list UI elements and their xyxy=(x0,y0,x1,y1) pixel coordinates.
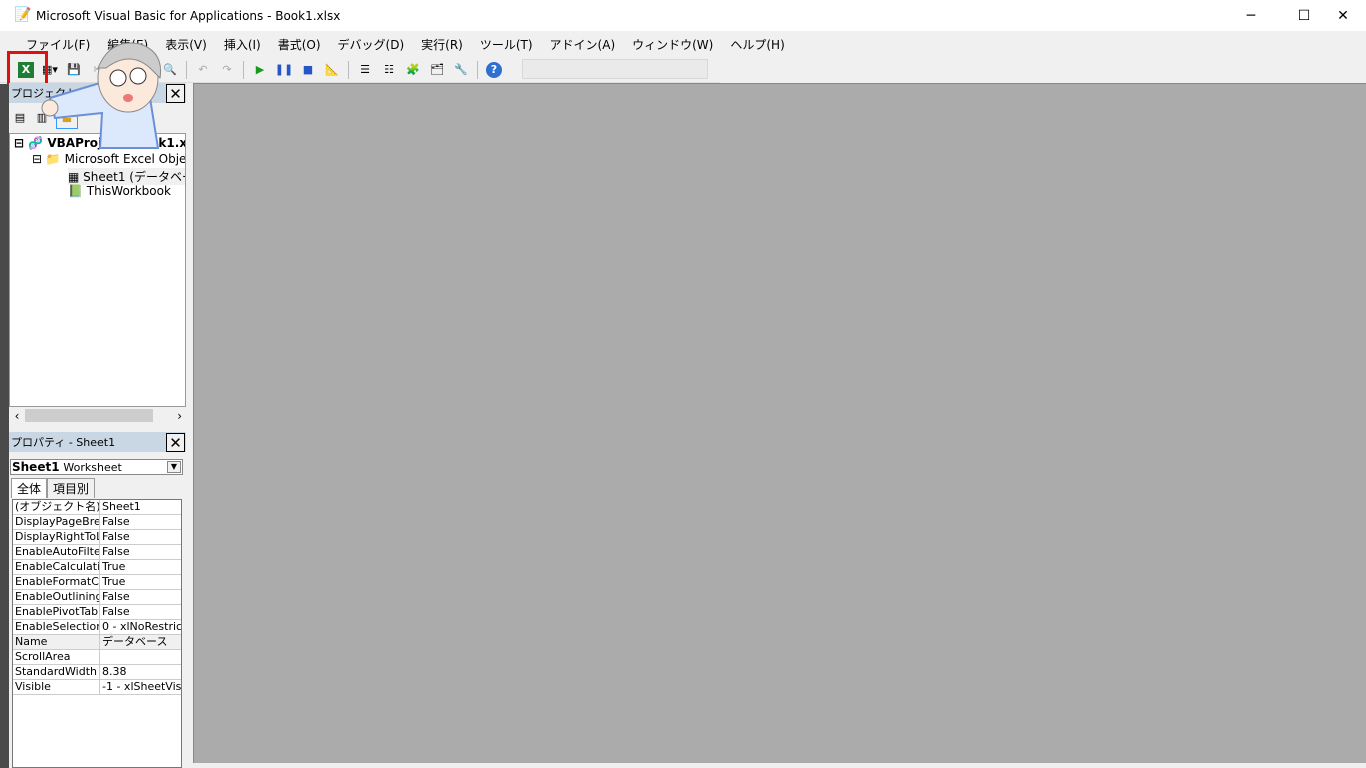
menu-view[interactable]: 表示(V) xyxy=(165,36,207,53)
tree-label: ThisWorkbook xyxy=(86,184,171,198)
separator xyxy=(186,60,187,79)
separator xyxy=(243,60,244,79)
cartoon-mascot-image xyxy=(41,42,162,149)
property-row[interactable]: EnableAutoFilter False xyxy=(13,545,181,560)
undo-icon[interactable]: ↶ xyxy=(195,62,211,78)
background-strip xyxy=(0,84,9,768)
run-icon[interactable]: ▶ xyxy=(252,62,268,78)
tab-alphabetic[interactable]: 全体 xyxy=(11,478,48,498)
menu-tools[interactable]: ツール(T) xyxy=(480,36,533,53)
toolbar-combo[interactable] xyxy=(522,59,708,79)
property-row[interactable]: EnableOutlining False xyxy=(13,590,181,605)
property-value[interactable]: False xyxy=(100,515,181,529)
scroll-left-icon[interactable]: ‹ xyxy=(9,409,25,423)
property-name: DisplayRightToLeft xyxy=(13,530,100,544)
property-value[interactable] xyxy=(100,650,181,664)
menu-window[interactable]: ウィンドウ(W) xyxy=(632,36,713,53)
minimize-button[interactable]: ─ xyxy=(1228,0,1274,31)
horizontal-scrollbar[interactable]: ‹ › xyxy=(9,407,186,424)
property-value[interactable]: True xyxy=(100,575,181,589)
menu-bar: ファイル(F) 編集(E) 表示(V) 挿入(I) 書式(O) デバッグ(D) … xyxy=(0,32,1366,56)
design-mode-icon[interactable]: 📐 xyxy=(324,62,340,78)
property-name: ScrollArea xyxy=(13,650,100,664)
property-row[interactable]: DisplayRightToLeftFalse xyxy=(13,530,181,545)
property-row[interactable]: EnableCalculationTrue xyxy=(13,560,181,575)
project-tree: ⊟ 🧬 VBAProject (Book1.xlsx) ⊟ 📁 Microsof… xyxy=(9,133,186,407)
properties-window: プロパティ - Sheet1 ✕ Sheet1 Worksheet ▼ 全体 項… xyxy=(9,432,186,768)
tab-categorized[interactable]: 項目別 xyxy=(47,478,96,498)
pause-icon[interactable]: ❚❚ xyxy=(275,62,293,78)
tree-node-thisworkbook[interactable]: 📗 ThisWorkbook xyxy=(68,184,171,198)
property-name: EnableCalculation xyxy=(15,560,100,574)
property-value[interactable]: False xyxy=(100,605,181,619)
properties-grid: (オブジェクト名)Sheet1DisplayPageBreaksFalseDis… xyxy=(12,499,182,768)
property-row[interactable]: Visible-1 - xlSheetVisible xyxy=(13,680,181,695)
property-name: Name xyxy=(13,635,100,649)
property-row[interactable]: ScrollArea xyxy=(13,650,181,665)
menu-insert[interactable]: 挿入(I) xyxy=(224,36,261,53)
property-name: EnableSelection xyxy=(15,620,100,634)
object-type: Worksheet xyxy=(63,461,122,474)
separator xyxy=(348,60,349,79)
tree-node-sheet1[interactable]: ▦ Sheet1 (データベース) xyxy=(68,168,185,185)
title-bar: 📝 Microsoft Visual Basic for Application… xyxy=(0,0,1366,31)
close-button[interactable]: ✕ xyxy=(1320,0,1366,31)
property-value[interactable]: False xyxy=(100,590,181,604)
vba-app-icon: 📝 xyxy=(14,7,32,23)
chevron-down-icon[interactable]: ▼ xyxy=(167,461,181,473)
tools-icon[interactable]: 🔧 xyxy=(453,62,469,78)
property-row[interactable]: Name データベース xyxy=(13,635,181,650)
property-value[interactable]: -1 - xlSheetVisible xyxy=(100,680,181,694)
menu-debug[interactable]: デバッグ(D) xyxy=(338,36,405,53)
object-browser-icon[interactable]: 🧩 xyxy=(405,62,421,78)
menu-format[interactable]: 書式(O) xyxy=(278,36,321,53)
property-value[interactable]: 0 - xlNoRestrictions xyxy=(100,620,181,634)
property-name: EnableOutlining xyxy=(15,590,100,604)
menu-addins[interactable]: アドイン(A) xyxy=(550,36,616,53)
tree-label: Microsoft Excel Objects xyxy=(64,152,186,166)
property-value[interactable]: False xyxy=(100,530,181,544)
property-name: EnableAutoFilter xyxy=(15,545,100,559)
redo-icon[interactable]: ↷ xyxy=(219,62,235,78)
property-row[interactable]: StandardWidth 8.38 xyxy=(13,665,181,680)
tree-label: Sheet1 (データベース) xyxy=(83,170,185,184)
property-name: DisplayPageBreaks xyxy=(15,515,100,529)
properties-icon[interactable]: ☷ xyxy=(381,62,397,78)
properties-title-text: プロパティ - Sheet1 xyxy=(11,436,116,449)
property-row[interactable]: EnableFormatConditionsCalculationTrue xyxy=(13,575,181,590)
property-row[interactable]: EnableSelection0 - xlNoRestrictions xyxy=(13,620,181,635)
menu-help[interactable]: ヘルプ(H) xyxy=(730,36,784,53)
property-value[interactable]: Sheet1 xyxy=(100,500,181,514)
help-icon[interactable]: ? xyxy=(486,61,502,78)
close-properties-button[interactable]: ✕ xyxy=(166,433,185,452)
object-name: Sheet1 xyxy=(12,460,60,474)
property-name: Visible xyxy=(13,680,100,694)
scroll-right-icon[interactable]: › xyxy=(153,409,186,423)
property-value[interactable]: True xyxy=(100,560,181,574)
object-selector[interactable]: Sheet1 Worksheet ▼ xyxy=(10,459,183,475)
property-name: EnableFormatConditionsCalculation xyxy=(15,575,100,589)
toolbox-icon[interactable]: 🗂 xyxy=(429,62,445,78)
view-code-icon[interactable]: ▤ xyxy=(12,109,28,125)
tree-node-excel-objects[interactable]: ⊟ 📁 Microsoft Excel Objects xyxy=(32,152,186,166)
properties-title: プロパティ - Sheet1 ✕ xyxy=(9,432,186,452)
property-name: StandardWidth xyxy=(13,665,100,679)
workspace-area xyxy=(193,83,1366,763)
property-row[interactable]: (オブジェクト名) Sheet1 xyxy=(13,500,181,515)
window-title: Microsoft Visual Basic for Applications … xyxy=(36,8,341,23)
property-row[interactable]: DisplayPageBreaksFalse xyxy=(13,515,181,530)
scroll-thumb[interactable] xyxy=(25,409,153,422)
property-row[interactable]: EnablePivotTable False xyxy=(13,605,181,620)
property-name: EnablePivotTable xyxy=(15,605,100,619)
separator xyxy=(477,60,478,79)
reset-icon[interactable]: ■ xyxy=(300,62,316,78)
menu-run[interactable]: 実行(R) xyxy=(421,36,463,53)
property-value[interactable]: False xyxy=(100,545,181,559)
project-explorer-icon[interactable]: ☰ xyxy=(357,62,373,78)
property-value[interactable]: データベース xyxy=(100,635,181,649)
property-value[interactable]: 8.38 xyxy=(100,665,181,679)
property-name: (オブジェクト名) xyxy=(15,500,100,514)
